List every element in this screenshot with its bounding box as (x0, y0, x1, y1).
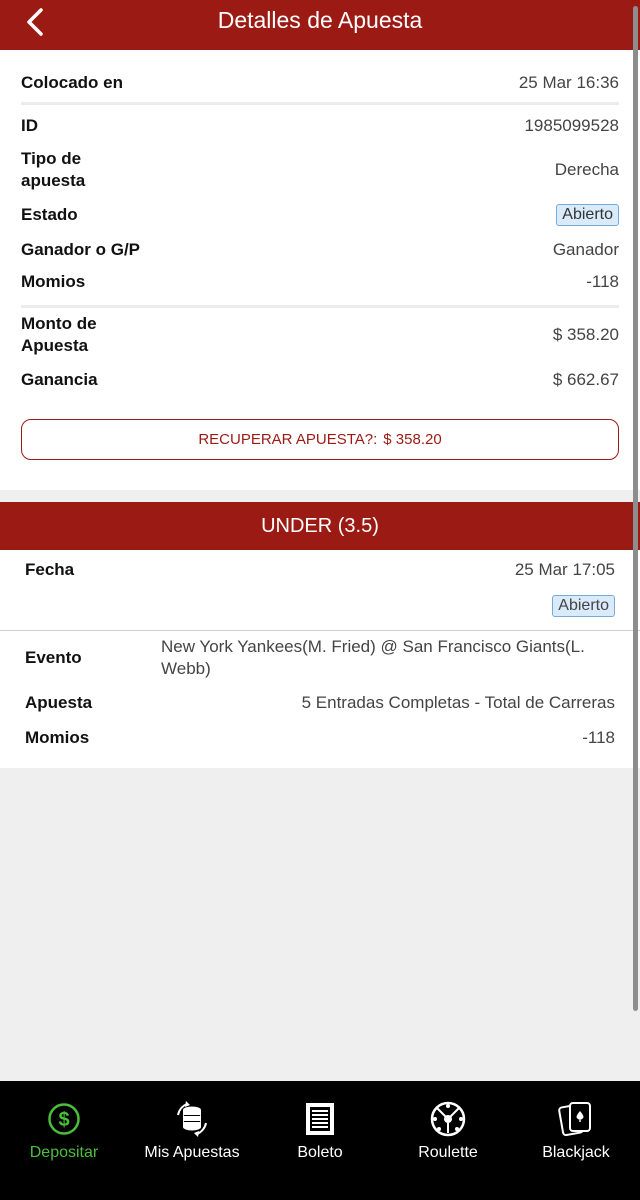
odds-value: -118 (586, 272, 619, 291)
event-value: New York Yankees(M. Fried) @ San Francis… (161, 637, 585, 678)
tab-label: Roulette (418, 1144, 478, 1161)
date-label: Fecha (25, 560, 75, 579)
bet-label: Apuesta (25, 693, 93, 712)
tab-label: Blackjack (542, 1144, 610, 1161)
profit-label: Ganancia (21, 370, 98, 389)
amount-row: Monto de Apuesta $ 358.20 (21, 313, 619, 357)
amount-value: $ 358.20 (552, 325, 619, 344)
placed-row: Colocado en 25 Mar 16:36 (21, 72, 619, 94)
page-title: Detalles de Apuesta (217, 7, 423, 33)
result-row: Ganador o G/P Ganador (21, 239, 619, 261)
id-label: ID (21, 116, 38, 135)
tab-depositar[interactable]: $ Depositar (0, 1081, 128, 1200)
cashout-label: RECUPERAR APUESTA?: (198, 431, 378, 448)
ticket-icon (300, 1099, 340, 1139)
bet-details-card: Colocado en 25 Mar 16:36 ID 1985099528 T… (0, 50, 640, 490)
type-label: Tipo de apuesta (21, 149, 86, 190)
selection-odds-value: -118 (582, 728, 615, 747)
result-value: Ganador (552, 240, 619, 259)
selection-odds-label: Momios (25, 728, 90, 747)
type-value: Derecha (554, 160, 619, 179)
coins-icon (172, 1099, 212, 1139)
result-label: Ganador o G/P (21, 240, 141, 259)
id-row: ID 1985099528 (21, 115, 619, 137)
roulette-icon (428, 1099, 468, 1139)
cards-icon (556, 1099, 596, 1139)
status-badge: Abierto (556, 204, 619, 226)
selection-header: UNDER (3.5) (0, 502, 640, 550)
divider (21, 305, 619, 308)
bet-value: 5 Entradas Completas - Total de Carreras (301, 693, 615, 712)
selection-status-badge: Abierto (552, 595, 615, 617)
tab-label: Depositar (29, 1144, 99, 1161)
type-row: Tipo de apuesta Derecha (21, 148, 619, 192)
tab-boleto[interactable]: Boleto (256, 1081, 384, 1200)
status-label: Estado (21, 205, 78, 224)
date-value: 25 Mar 17:05 (514, 560, 615, 579)
id-value: 1985099528 (524, 116, 619, 135)
event-label: Evento (25, 648, 82, 667)
status-row: Estado Abierto (21, 204, 619, 226)
dollar-icon: $ (44, 1099, 84, 1139)
placed-value: 25 Mar 16:36 (518, 73, 619, 92)
tab-mis-apuestas[interactable]: Mis Apuestas (128, 1081, 256, 1200)
tab-blackjack[interactable]: Blackjack (512, 1081, 640, 1200)
tab-label: Boleto (297, 1144, 343, 1161)
placed-label: Colocado en (21, 73, 124, 92)
tab-label: Mis Apuestas (144, 1144, 240, 1161)
divider (0, 630, 640, 631)
selection-card: Fecha 25 Mar 17:05 Abierto Evento New Yo… (0, 550, 640, 768)
selection-title: UNDER (3.5) (261, 514, 379, 537)
top-bar: Detalles de Apuesta (0, 0, 640, 50)
cashout-button[interactable]: RECUPERAR APUESTA?: $ 358.20 (21, 419, 619, 460)
odds-row: Momios -118 (21, 271, 619, 293)
tab-roulette[interactable]: Roulette (384, 1081, 512, 1200)
divider (21, 102, 619, 105)
scrollbar[interactable] (633, 6, 638, 1011)
profit-row: Ganancia $ 662.67 (21, 369, 619, 391)
profit-value: $ 662.67 (552, 370, 619, 389)
cashout-amount: $ 358.20 (383, 431, 442, 448)
svg-text:$: $ (58, 1109, 69, 1131)
amount-label: Monto de Apuesta (21, 314, 97, 355)
odds-label: Momios (21, 272, 86, 291)
bottom-tab-bar: $ Depositar Mis Apuestas Boleto Roulette… (0, 1081, 640, 1200)
